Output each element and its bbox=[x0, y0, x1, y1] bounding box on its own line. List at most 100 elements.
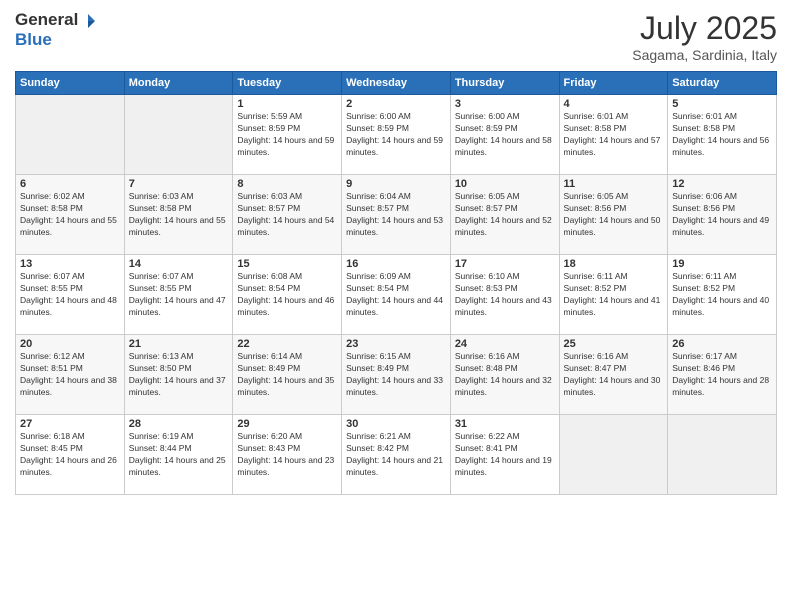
calendar-cell: 29Sunrise: 6:20 AMSunset: 8:43 PMDayligh… bbox=[233, 415, 342, 495]
calendar-week-3: 13Sunrise: 6:07 AMSunset: 8:55 PMDayligh… bbox=[16, 255, 777, 335]
day-info: Sunrise: 6:08 AMSunset: 8:54 PMDaylight:… bbox=[237, 271, 337, 319]
calendar-cell: 1Sunrise: 5:59 AMSunset: 8:59 PMDaylight… bbox=[233, 95, 342, 175]
logo-blue: Blue bbox=[15, 30, 52, 49]
calendar-cell bbox=[16, 95, 125, 175]
calendar-cell: 10Sunrise: 6:05 AMSunset: 8:57 PMDayligh… bbox=[450, 175, 559, 255]
day-number: 22 bbox=[237, 338, 337, 350]
day-info: Sunrise: 6:07 AMSunset: 8:55 PMDaylight:… bbox=[20, 271, 120, 319]
day-info: Sunrise: 6:00 AMSunset: 8:59 PMDaylight:… bbox=[346, 111, 446, 159]
calendar-cell: 3Sunrise: 6:00 AMSunset: 8:59 PMDaylight… bbox=[450, 95, 559, 175]
day-number: 4 bbox=[564, 98, 664, 110]
calendar-cell: 6Sunrise: 6:02 AMSunset: 8:58 PMDaylight… bbox=[16, 175, 125, 255]
day-info: Sunrise: 6:05 AMSunset: 8:57 PMDaylight:… bbox=[455, 191, 555, 239]
day-number: 28 bbox=[129, 418, 229, 430]
calendar-cell: 20Sunrise: 6:12 AMSunset: 8:51 PMDayligh… bbox=[16, 335, 125, 415]
header-friday: Friday bbox=[559, 72, 668, 95]
day-info: Sunrise: 6:22 AMSunset: 8:41 PMDaylight:… bbox=[455, 431, 555, 479]
day-number: 8 bbox=[237, 178, 337, 190]
day-info: Sunrise: 6:16 AMSunset: 8:48 PMDaylight:… bbox=[455, 351, 555, 399]
calendar-cell: 19Sunrise: 6:11 AMSunset: 8:52 PMDayligh… bbox=[668, 255, 777, 335]
day-number: 26 bbox=[672, 338, 772, 350]
day-info: Sunrise: 6:16 AMSunset: 8:47 PMDaylight:… bbox=[564, 351, 664, 399]
day-info: Sunrise: 6:06 AMSunset: 8:56 PMDaylight:… bbox=[672, 191, 772, 239]
calendar-table: Sunday Monday Tuesday Wednesday Thursday… bbox=[15, 71, 777, 495]
title-block: July 2025 Sagama, Sardinia, Italy bbox=[632, 10, 777, 63]
day-number: 20 bbox=[20, 338, 120, 350]
header-wednesday: Wednesday bbox=[342, 72, 451, 95]
calendar-cell bbox=[124, 95, 233, 175]
calendar-cell: 15Sunrise: 6:08 AMSunset: 8:54 PMDayligh… bbox=[233, 255, 342, 335]
calendar-week-2: 6Sunrise: 6:02 AMSunset: 8:58 PMDaylight… bbox=[16, 175, 777, 255]
calendar-week-4: 20Sunrise: 6:12 AMSunset: 8:51 PMDayligh… bbox=[16, 335, 777, 415]
header-monday: Monday bbox=[124, 72, 233, 95]
day-info: Sunrise: 6:01 AMSunset: 8:58 PMDaylight:… bbox=[564, 111, 664, 159]
calendar-cell: 16Sunrise: 6:09 AMSunset: 8:54 PMDayligh… bbox=[342, 255, 451, 335]
calendar-cell: 5Sunrise: 6:01 AMSunset: 8:58 PMDaylight… bbox=[668, 95, 777, 175]
day-info: Sunrise: 5:59 AMSunset: 8:59 PMDaylight:… bbox=[237, 111, 337, 159]
calendar-cell: 8Sunrise: 6:03 AMSunset: 8:57 PMDaylight… bbox=[233, 175, 342, 255]
day-info: Sunrise: 6:13 AMSunset: 8:50 PMDaylight:… bbox=[129, 351, 229, 399]
day-info: Sunrise: 6:07 AMSunset: 8:55 PMDaylight:… bbox=[129, 271, 229, 319]
calendar-cell: 31Sunrise: 6:22 AMSunset: 8:41 PMDayligh… bbox=[450, 415, 559, 495]
calendar-header-row: Sunday Monday Tuesday Wednesday Thursday… bbox=[16, 72, 777, 95]
calendar-cell bbox=[559, 415, 668, 495]
day-number: 16 bbox=[346, 258, 446, 270]
calendar-cell: 13Sunrise: 6:07 AMSunset: 8:55 PMDayligh… bbox=[16, 255, 125, 335]
day-number: 18 bbox=[564, 258, 664, 270]
month-title: July 2025 bbox=[632, 10, 777, 47]
day-info: Sunrise: 6:11 AMSunset: 8:52 PMDaylight:… bbox=[672, 271, 772, 319]
calendar-cell: 7Sunrise: 6:03 AMSunset: 8:58 PMDaylight… bbox=[124, 175, 233, 255]
header-saturday: Saturday bbox=[668, 72, 777, 95]
day-number: 11 bbox=[564, 178, 664, 190]
day-info: Sunrise: 6:19 AMSunset: 8:44 PMDaylight:… bbox=[129, 431, 229, 479]
header-tuesday: Tuesday bbox=[233, 72, 342, 95]
day-number: 21 bbox=[129, 338, 229, 350]
logo-icon bbox=[79, 12, 97, 30]
day-info: Sunrise: 6:15 AMSunset: 8:49 PMDaylight:… bbox=[346, 351, 446, 399]
day-number: 9 bbox=[346, 178, 446, 190]
day-info: Sunrise: 6:03 AMSunset: 8:57 PMDaylight:… bbox=[237, 191, 337, 239]
calendar-cell: 17Sunrise: 6:10 AMSunset: 8:53 PMDayligh… bbox=[450, 255, 559, 335]
day-info: Sunrise: 6:12 AMSunset: 8:51 PMDaylight:… bbox=[20, 351, 120, 399]
calendar-cell: 28Sunrise: 6:19 AMSunset: 8:44 PMDayligh… bbox=[124, 415, 233, 495]
calendar-cell: 30Sunrise: 6:21 AMSunset: 8:42 PMDayligh… bbox=[342, 415, 451, 495]
day-info: Sunrise: 6:18 AMSunset: 8:45 PMDaylight:… bbox=[20, 431, 120, 479]
calendar-cell: 24Sunrise: 6:16 AMSunset: 8:48 PMDayligh… bbox=[450, 335, 559, 415]
day-number: 27 bbox=[20, 418, 120, 430]
header-thursday: Thursday bbox=[450, 72, 559, 95]
calendar-week-5: 27Sunrise: 6:18 AMSunset: 8:45 PMDayligh… bbox=[16, 415, 777, 495]
calendar-cell: 26Sunrise: 6:17 AMSunset: 8:46 PMDayligh… bbox=[668, 335, 777, 415]
calendar-cell: 11Sunrise: 6:05 AMSunset: 8:56 PMDayligh… bbox=[559, 175, 668, 255]
day-info: Sunrise: 6:14 AMSunset: 8:49 PMDaylight:… bbox=[237, 351, 337, 399]
calendar-cell: 9Sunrise: 6:04 AMSunset: 8:57 PMDaylight… bbox=[342, 175, 451, 255]
day-number: 15 bbox=[237, 258, 337, 270]
calendar-cell: 22Sunrise: 6:14 AMSunset: 8:49 PMDayligh… bbox=[233, 335, 342, 415]
day-number: 31 bbox=[455, 418, 555, 430]
page: General Blue July 2025 Sagama, Sardinia,… bbox=[0, 0, 792, 612]
header: General Blue July 2025 Sagama, Sardinia,… bbox=[15, 10, 777, 63]
day-info: Sunrise: 6:00 AMSunset: 8:59 PMDaylight:… bbox=[455, 111, 555, 159]
logo-text: General Blue bbox=[15, 10, 98, 50]
day-info: Sunrise: 6:09 AMSunset: 8:54 PMDaylight:… bbox=[346, 271, 446, 319]
day-number: 3 bbox=[455, 98, 555, 110]
day-number: 19 bbox=[672, 258, 772, 270]
day-number: 23 bbox=[346, 338, 446, 350]
day-number: 30 bbox=[346, 418, 446, 430]
calendar-cell bbox=[668, 415, 777, 495]
day-info: Sunrise: 6:04 AMSunset: 8:57 PMDaylight:… bbox=[346, 191, 446, 239]
calendar-week-1: 1Sunrise: 5:59 AMSunset: 8:59 PMDaylight… bbox=[16, 95, 777, 175]
day-number: 6 bbox=[20, 178, 120, 190]
day-number: 24 bbox=[455, 338, 555, 350]
day-info: Sunrise: 6:21 AMSunset: 8:42 PMDaylight:… bbox=[346, 431, 446, 479]
day-info: Sunrise: 6:10 AMSunset: 8:53 PMDaylight:… bbox=[455, 271, 555, 319]
day-info: Sunrise: 6:01 AMSunset: 8:58 PMDaylight:… bbox=[672, 111, 772, 159]
calendar-cell: 21Sunrise: 6:13 AMSunset: 8:50 PMDayligh… bbox=[124, 335, 233, 415]
day-number: 13 bbox=[20, 258, 120, 270]
day-number: 29 bbox=[237, 418, 337, 430]
day-number: 12 bbox=[672, 178, 772, 190]
day-number: 14 bbox=[129, 258, 229, 270]
day-number: 1 bbox=[237, 98, 337, 110]
location-subtitle: Sagama, Sardinia, Italy bbox=[632, 47, 777, 63]
logo-general: General bbox=[15, 10, 78, 29]
day-info: Sunrise: 6:17 AMSunset: 8:46 PMDaylight:… bbox=[672, 351, 772, 399]
